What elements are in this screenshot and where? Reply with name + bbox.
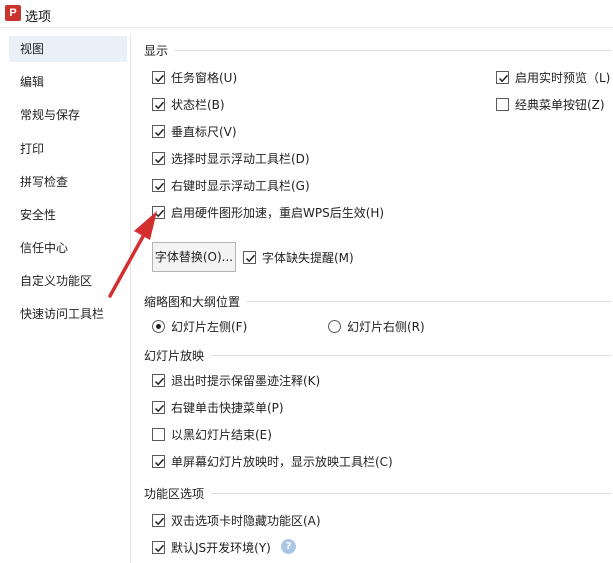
radio-label: 幻灯片左侧(F) xyxy=(171,319,248,334)
wps-presentation-icon: P xyxy=(5,5,21,21)
checkbox-box[interactable] xyxy=(152,427,165,441)
checkbox-status-bar[interactable]: 状态栏(B) xyxy=(152,95,225,113)
checkbox-box[interactable] xyxy=(152,151,165,165)
radio-circle[interactable] xyxy=(328,319,341,333)
checkbox-box[interactable] xyxy=(152,454,165,468)
checkbox-box[interactable] xyxy=(152,70,165,84)
options-content: 显示 任务窗格(U) 状态栏(B) 垂直标尺(V) 选择时显示浮动工具栏(D) … xyxy=(131,34,613,563)
check-icon xyxy=(154,101,165,109)
checkbox-box[interactable] xyxy=(152,124,165,138)
checkbox-box[interactable] xyxy=(152,540,165,554)
checkbox-floating-toolbar-rightclick[interactable]: 右键时显示浮动工具栏(G) xyxy=(152,176,310,194)
checkbox-floating-toolbar-select[interactable]: 选择时显示浮动工具栏(D) xyxy=(152,149,310,167)
checkbox-box[interactable] xyxy=(496,97,509,111)
sidebar-item-general-save[interactable]: 常规与保存 xyxy=(9,102,127,128)
section-title-thumbnail: 缩略图和大纲位置 xyxy=(144,295,241,309)
check-icon xyxy=(154,182,165,190)
checkbox-box[interactable] xyxy=(496,70,509,84)
checkbox-vertical-ruler[interactable]: 垂直标尺(V) xyxy=(152,122,237,140)
checkbox-box[interactable] xyxy=(243,250,256,264)
section-divider xyxy=(211,493,611,494)
checkbox-classic-menu-button[interactable]: 经典菜单按钮(Z) xyxy=(496,95,605,113)
checkbox-label: 经典菜单按钮(Z) xyxy=(515,97,605,112)
checkbox-label: 启用实时预览（L) xyxy=(515,70,611,85)
checkbox-label: 右键时显示浮动工具栏(G) xyxy=(171,178,310,193)
checkbox-end-black-slide[interactable]: 以黑幻灯片结束(E) xyxy=(152,425,272,443)
checkbox-label: 双击选项卡时隐藏功能区(A) xyxy=(171,513,321,528)
section-title-ribbon: 功能区选项 xyxy=(144,487,205,501)
checkbox-label: 以黑幻灯片结束(E) xyxy=(171,427,272,442)
checkbox-show-slideshow-toolbar[interactable]: 单屏幕幻灯片放映时，显示放映工具栏(C) xyxy=(152,452,393,470)
options-sidebar: 视图 编辑 常规与保存 打印 拼写检查 安全性 信任中心 自定义功能区 快速访问… xyxy=(9,34,131,563)
check-icon xyxy=(245,254,256,262)
checkbox-hardware-acceleration[interactable]: 启用硬件图形加速，重启WPS后生效(H) xyxy=(152,203,384,221)
font-replace-button[interactable]: 字体替换(O)... xyxy=(152,242,236,272)
checkbox-box[interactable] xyxy=(152,178,165,192)
radio-dot xyxy=(156,323,161,329)
section-title-display: 显示 xyxy=(144,44,169,58)
check-icon xyxy=(154,128,165,136)
radio-label: 幻灯片右侧(R) xyxy=(347,319,425,334)
section-divider xyxy=(211,355,611,356)
section-divider xyxy=(247,301,611,302)
title-bar: P 选项 xyxy=(0,0,613,28)
check-icon xyxy=(154,74,165,82)
sidebar-item-print[interactable]: 打印 xyxy=(9,136,127,162)
checkbox-label: 任务窗格(U) xyxy=(171,70,238,85)
checkbox-dblclick-hide-ribbon[interactable]: 双击选项卡时隐藏功能区(A) xyxy=(152,511,321,529)
checkbox-label: 默认JS开发环境(Y) xyxy=(171,540,271,555)
sidebar-item-customize-ribbon[interactable]: 自定义功能区 xyxy=(9,268,127,294)
sidebar-item-edit[interactable]: 编辑 xyxy=(9,69,127,95)
help-icon[interactable]: ? xyxy=(281,539,296,554)
checkbox-default-js-env[interactable]: 默认JS开发环境(Y) xyxy=(152,538,271,556)
checkbox-label: 垂直标尺(V) xyxy=(171,124,237,139)
radio-slides-left[interactable]: 幻灯片左侧(F) xyxy=(152,317,247,335)
checkbox-label: 启用硬件图形加速，重启WPS后生效(H) xyxy=(171,205,385,220)
checkbox-box[interactable] xyxy=(152,373,165,387)
checkbox-live-preview[interactable]: 启用实时预览（L) xyxy=(496,68,610,86)
checkbox-rightclick-menu[interactable]: 右键单击快捷菜单(P) xyxy=(152,398,284,416)
section-divider xyxy=(175,50,611,51)
sidebar-item-view[interactable]: 视图 xyxy=(9,36,127,62)
radio-slides-right[interactable]: 幻灯片右侧(R) xyxy=(328,317,425,335)
radio-circle[interactable] xyxy=(152,319,165,333)
sidebar-item-spellcheck[interactable]: 拼写检查 xyxy=(9,169,127,195)
section-title-slideshow: 幻灯片放映 xyxy=(144,349,205,363)
checkbox-label: 单屏幕幻灯片放映时，显示放映工具栏(C) xyxy=(171,454,393,469)
sidebar-item-trust-center[interactable]: 信任中心 xyxy=(9,235,127,261)
checkbox-keep-ink[interactable]: 退出时提示保留墨迹注释(K) xyxy=(152,371,320,389)
checkbox-box[interactable] xyxy=(152,97,165,111)
checkbox-label: 选择时显示浮动工具栏(D) xyxy=(171,151,310,166)
check-icon xyxy=(154,458,165,466)
check-icon xyxy=(154,544,165,552)
check-icon xyxy=(154,404,165,412)
checkbox-box[interactable] xyxy=(152,513,165,527)
sidebar-item-security[interactable]: 安全性 xyxy=(9,202,127,228)
checkbox-label: 字体缺失提醒(M) xyxy=(262,250,354,265)
check-icon xyxy=(154,377,165,385)
check-icon xyxy=(498,74,509,82)
checkbox-box[interactable] xyxy=(152,400,165,414)
checkbox-label: 状态栏(B) xyxy=(171,97,225,112)
check-icon xyxy=(154,517,165,525)
window-title: 选项 xyxy=(25,10,52,25)
checkbox-task-pane[interactable]: 任务窗格(U) xyxy=(152,68,237,86)
checkbox-font-missing-alert[interactable]: 字体缺失提醒(M) xyxy=(243,248,354,266)
check-icon xyxy=(154,209,165,217)
check-icon xyxy=(154,155,165,163)
checkbox-label: 退出时提示保留墨迹注释(K) xyxy=(171,373,321,388)
checkbox-label: 右键单击快捷菜单(P) xyxy=(171,400,284,415)
checkbox-box[interactable] xyxy=(152,205,165,219)
sidebar-item-quick-access-toolbar[interactable]: 快速访问工具栏 xyxy=(9,301,127,327)
